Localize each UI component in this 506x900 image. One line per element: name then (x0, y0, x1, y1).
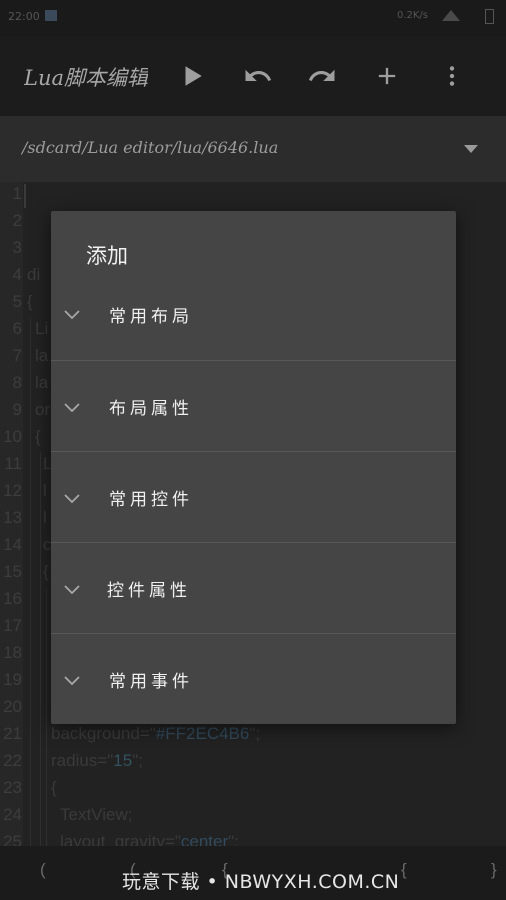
group-common-events[interactable]: 常用事件 (51, 633, 456, 724)
notification-icon (45, 10, 57, 21)
status-time: 22:00 (8, 10, 40, 23)
undo-button[interactable] (238, 56, 278, 96)
indent-guide (40, 452, 41, 846)
line-number: 9 (12, 400, 22, 419)
plus-icon (378, 67, 396, 85)
group-common-layouts[interactable]: 常用布局 (51, 269, 456, 361)
wifi-icon (442, 10, 460, 21)
run-button[interactable] (172, 56, 212, 96)
string-literal: 15 (113, 751, 133, 770)
redo-button[interactable] (302, 56, 342, 96)
line-number: 24 (3, 805, 22, 824)
code-line: di (27, 265, 41, 284)
chevron-down-icon (64, 585, 80, 595)
group-label: 布局属性 (109, 399, 193, 419)
symbol-key[interactable]: { (401, 860, 407, 880)
chevron-down-icon (64, 403, 80, 413)
redo-icon (308, 69, 335, 81)
line-number: 12 (3, 481, 22, 500)
line-number: 4 (12, 265, 22, 284)
group-label: 常用布局 (109, 307, 193, 327)
line-number: 25 (3, 832, 22, 846)
group-label: 控件属性 (107, 581, 191, 601)
code-line: layout_gravity="center"; (60, 832, 239, 846)
indent-guide (30, 317, 31, 846)
line-number: 17 (3, 616, 22, 635)
line-number: 21 (3, 724, 22, 743)
line-number: 10 (3, 427, 22, 446)
line-number: 7 (12, 346, 22, 365)
code-line: { (51, 778, 57, 797)
watermark: 玩意下载 • NBWYXH.COM.CN (122, 871, 400, 893)
network-speed: 0.2K/s (396, 10, 428, 21)
more-vert-icon (449, 66, 455, 86)
code-line: Li (35, 319, 49, 338)
indent-guide (46, 587, 47, 846)
code-line: l (43, 508, 47, 527)
undo-icon (245, 69, 272, 81)
line-number: 20 (3, 697, 22, 716)
code-line: { (35, 427, 41, 446)
more-options-button[interactable] (432, 56, 472, 96)
code-line: la (35, 346, 49, 365)
line-number: 5 (12, 292, 22, 311)
line-number: 16 (3, 589, 22, 608)
line-number: 13 (3, 508, 22, 527)
play-icon (185, 66, 202, 86)
line-number: 8 (12, 373, 22, 392)
code-line: l (43, 481, 47, 500)
group-common-widgets[interactable]: 常用控件 (51, 451, 456, 543)
add-button[interactable] (367, 56, 407, 96)
line-number: 14 (3, 535, 22, 554)
line-number: 15 (3, 562, 22, 581)
line-number: 1 (12, 184, 22, 203)
line-number: 18 (3, 643, 22, 662)
line-number-gutter: 1 2 3 4 5 6 7 8 9 10 11 12 13 14 15 16 1… (0, 182, 23, 846)
group-label: 常用控件 (109, 490, 193, 510)
string-literal: center (180, 832, 229, 846)
arrow-drop-down-icon[interactable] (464, 145, 478, 153)
app-title: Lua脚本编辑 (24, 66, 148, 90)
dialog-title: 添加 (86, 244, 128, 268)
code-line: or (35, 400, 51, 419)
code-line: TextView; (60, 805, 133, 824)
file-path-bar[interactable]: /sdcard/Lua editor/lua/6646.lua (0, 116, 506, 182)
line-number: 6 (12, 319, 22, 338)
chevron-down-icon (64, 676, 80, 686)
file-path: /sdcard/Lua editor/lua/6646.lua (22, 138, 279, 157)
app-bar: Lua脚本编辑 (0, 36, 506, 116)
status-bar: 22:00 0.2K/s (0, 0, 506, 36)
chevron-down-icon (64, 310, 80, 320)
line-number: 11 (4, 454, 22, 473)
code-line: { (43, 562, 49, 581)
text-cursor (24, 184, 26, 208)
group-layout-attributes[interactable]: 布局属性 (51, 360, 456, 452)
group-label: 常用事件 (109, 672, 193, 692)
code-line: radius="15"; (51, 751, 143, 770)
line-number: 22 (3, 751, 22, 770)
line-number: 23 (3, 778, 22, 797)
code-line: { (27, 292, 33, 311)
code-line: la (35, 373, 49, 392)
code-line: background="#FF2EC4B6"; (51, 724, 261, 743)
battery-icon (485, 9, 494, 24)
chevron-down-icon (64, 494, 80, 504)
string-literal: #FF2EC4B6 (155, 724, 250, 743)
symbol-key[interactable]: ( (40, 860, 46, 880)
line-number: 3 (12, 238, 22, 257)
add-dialog: 添加 常用布局 布局属性 常用控件 控件属性 常用事件 (51, 211, 456, 724)
group-widget-attributes[interactable]: 控件属性 (51, 542, 456, 634)
line-number: 19 (3, 670, 22, 689)
line-number: 2 (12, 211, 22, 230)
symbol-key[interactable]: } (491, 860, 497, 880)
